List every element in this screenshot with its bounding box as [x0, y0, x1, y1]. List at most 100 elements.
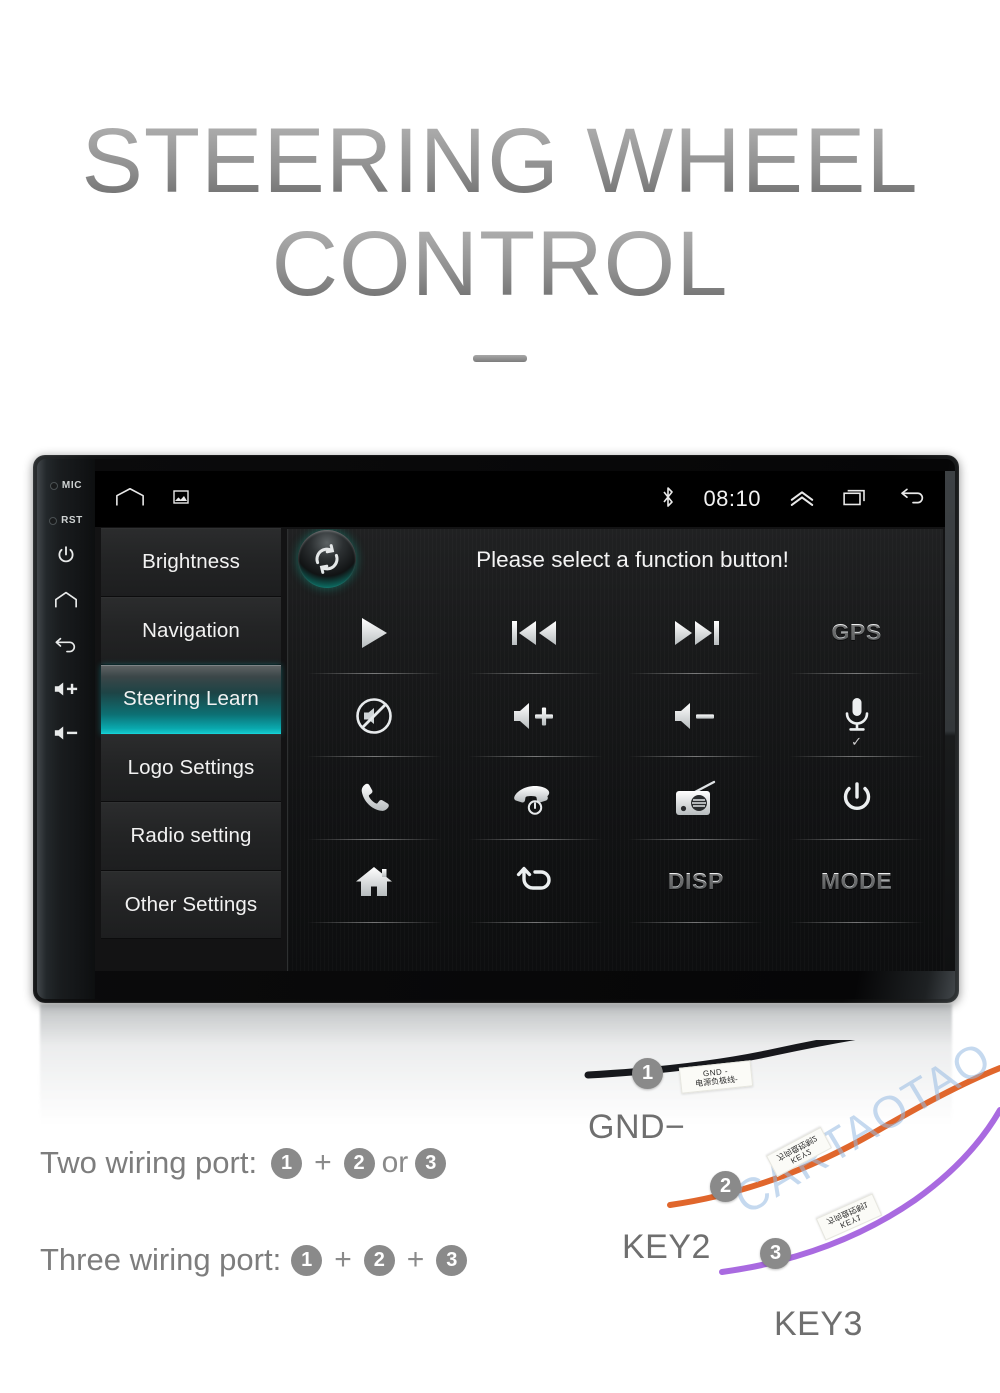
- menu-item-label: Other Settings: [124, 892, 258, 916]
- back-icon: [517, 866, 551, 890]
- panel-header: Please select a function button!: [288, 529, 943, 591]
- statusbar-recents-icon[interactable]: [843, 487, 871, 512]
- two-wiring-port-label: Two wiring port:: [40, 1145, 258, 1180]
- badge-2: 2: [343, 1147, 375, 1179]
- car-head-unit-device: MIC RST 08:10 Brightness Navigation Stee…: [33, 455, 959, 1003]
- key-radio-button[interactable]: [616, 757, 777, 840]
- key-back-button[interactable]: [455, 840, 616, 923]
- mic-indicator: MIC: [49, 480, 83, 491]
- settings-body: Brightness Navigation Steering Learn Log…: [95, 527, 945, 971]
- power-icon: [843, 781, 870, 810]
- wire-tag-line2: 电源负极线-: [694, 1074, 739, 1089]
- microphone-icon: [845, 697, 868, 731]
- hardware-bezel: MIC RST: [37, 459, 95, 999]
- menu-item-label: Steering Learn: [123, 687, 259, 711]
- status-bar: 08:10: [95, 471, 945, 527]
- key-call-end-button[interactable]: [455, 757, 616, 840]
- key-volume-down-button[interactable]: [616, 674, 777, 757]
- key-gps-button[interactable]: GPS: [776, 591, 937, 674]
- bezel-power-icon[interactable]: [55, 544, 77, 566]
- bezel-volume-up-icon[interactable]: [53, 680, 79, 698]
- two-wiring-port-row: Two wiring port: 1 + 2 or 3: [40, 1145, 600, 1181]
- statusbar-home-icon[interactable]: [115, 486, 145, 513]
- menu-item-label: Logo Settings: [127, 755, 255, 779]
- menu-item-label: Navigation: [142, 618, 240, 642]
- key-previous-button[interactable]: [455, 591, 616, 674]
- menu-item-steering-learn[interactable]: Steering Learn: [101, 665, 281, 734]
- wiring-instructions: Two wiring port: 1 + 2 or 3 Three wiring…: [40, 1145, 600, 1278]
- plus-sign: +: [314, 1146, 332, 1179]
- badge-3: 3: [415, 1147, 447, 1179]
- statusbar-back-icon[interactable]: [899, 487, 927, 512]
- key-mute-button[interactable]: [294, 674, 455, 757]
- page-title-line-2: CONTROL: [0, 213, 1000, 316]
- microphone-assigned-check: ✓: [851, 734, 863, 749]
- statusbar-chevron-up-icon[interactable]: [789, 487, 815, 512]
- page-title-line-1: STEERING WHEEL: [0, 110, 1000, 213]
- previous-track-icon: [512, 620, 557, 645]
- device-right-edge: [945, 471, 955, 971]
- badge-2: 2: [363, 1244, 395, 1276]
- badge-1: 1: [291, 1244, 323, 1276]
- key-mode-button[interactable]: MODE: [776, 840, 937, 923]
- menu-item-label: Radio setting: [130, 824, 252, 848]
- key-disp-button[interactable]: DISP: [616, 840, 777, 923]
- menu-item-logo-settings[interactable]: Logo Settings: [101, 733, 281, 802]
- wire-label-gnd: GND−: [588, 1108, 686, 1146]
- menu-item-brightness[interactable]: Brightness: [101, 528, 281, 597]
- wire-badge-3: 3: [760, 1238, 791, 1269]
- bezel-back-icon[interactable]: [54, 636, 78, 656]
- volume-up-icon: [514, 702, 554, 729]
- wire-badge-2: 2: [710, 1171, 741, 1202]
- key-microphone-button[interactable]: ✓: [776, 674, 937, 757]
- panel-message: Please select a function button!: [476, 547, 789, 572]
- statusbar-clock: 08:10: [703, 486, 761, 511]
- key-play-button[interactable]: [294, 591, 455, 674]
- reset-label: RST: [61, 515, 83, 526]
- key-home-button[interactable]: [294, 840, 455, 923]
- plus-sign-2: +: [406, 1243, 425, 1276]
- next-track-icon: [674, 620, 719, 645]
- wire-harness-photo: CARTAOTAO GND - 电源负极线- KEY2 方向盘控制2 KEY1 …: [570, 1031, 1000, 1393]
- title-divider: [473, 355, 527, 362]
- menu-item-other-settings[interactable]: Other Settings: [101, 870, 281, 939]
- call-end-icon: [514, 785, 550, 815]
- wire-badge-1: 1: [632, 1058, 663, 1089]
- mic-hole-icon: [49, 481, 58, 490]
- statusbar-bluetooth-icon[interactable]: [661, 486, 675, 513]
- play-icon: [362, 617, 388, 648]
- menu-item-navigation[interactable]: Navigation: [101, 596, 281, 665]
- steering-learn-panel: Please select a function button! GPS ✓ D…: [287, 529, 943, 971]
- menu-item-label: Brightness: [142, 550, 240, 574]
- volume-down-icon: [674, 702, 714, 729]
- key-power-button[interactable]: [776, 757, 937, 840]
- reset-indicator[interactable]: RST: [49, 515, 83, 526]
- three-wiring-port-row: Three wiring port: 1 + 2 + 3: [40, 1242, 600, 1278]
- wire-label-key2: KEY2: [622, 1228, 711, 1266]
- statusbar-screenshot-icon[interactable]: [173, 489, 189, 509]
- mic-label: MIC: [61, 480, 83, 491]
- call-answer-icon: [362, 783, 390, 811]
- settings-menu[interactable]: Brightness Navigation Steering Learn Log…: [95, 527, 281, 971]
- key-call-answer-button[interactable]: [294, 757, 455, 840]
- device-inner-frame: MIC RST 08:10 Brightness Navigation Stee…: [37, 459, 955, 999]
- home-icon: [356, 866, 393, 896]
- mute-icon: [356, 697, 393, 734]
- plus-sign-1: +: [334, 1243, 352, 1276]
- bezel-volume-down-icon[interactable]: [53, 724, 79, 742]
- touchscreen[interactable]: 08:10 Brightness Navigation Steering Lea…: [95, 471, 945, 971]
- key-next-button[interactable]: [616, 591, 777, 674]
- refresh-icon[interactable]: [298, 530, 356, 588]
- three-wiring-port-label: Three wiring port:: [40, 1242, 282, 1277]
- bezel-home-icon[interactable]: [54, 590, 78, 610]
- reset-hole-icon[interactable]: [49, 516, 58, 525]
- wire-label-key3: KEY3: [774, 1305, 863, 1343]
- function-button-grid[interactable]: GPS ✓ DISP MODE: [288, 591, 943, 923]
- mode-label: MODE: [820, 868, 893, 894]
- page-title: STEERING WHEEL CONTROL: [0, 110, 1000, 316]
- key-volume-up-button[interactable]: [455, 674, 616, 757]
- radio-icon: [675, 780, 716, 815]
- gps-label: GPS: [831, 619, 882, 645]
- or-word: or: [381, 1146, 409, 1179]
- menu-item-radio-setting[interactable]: Radio setting: [101, 802, 281, 871]
